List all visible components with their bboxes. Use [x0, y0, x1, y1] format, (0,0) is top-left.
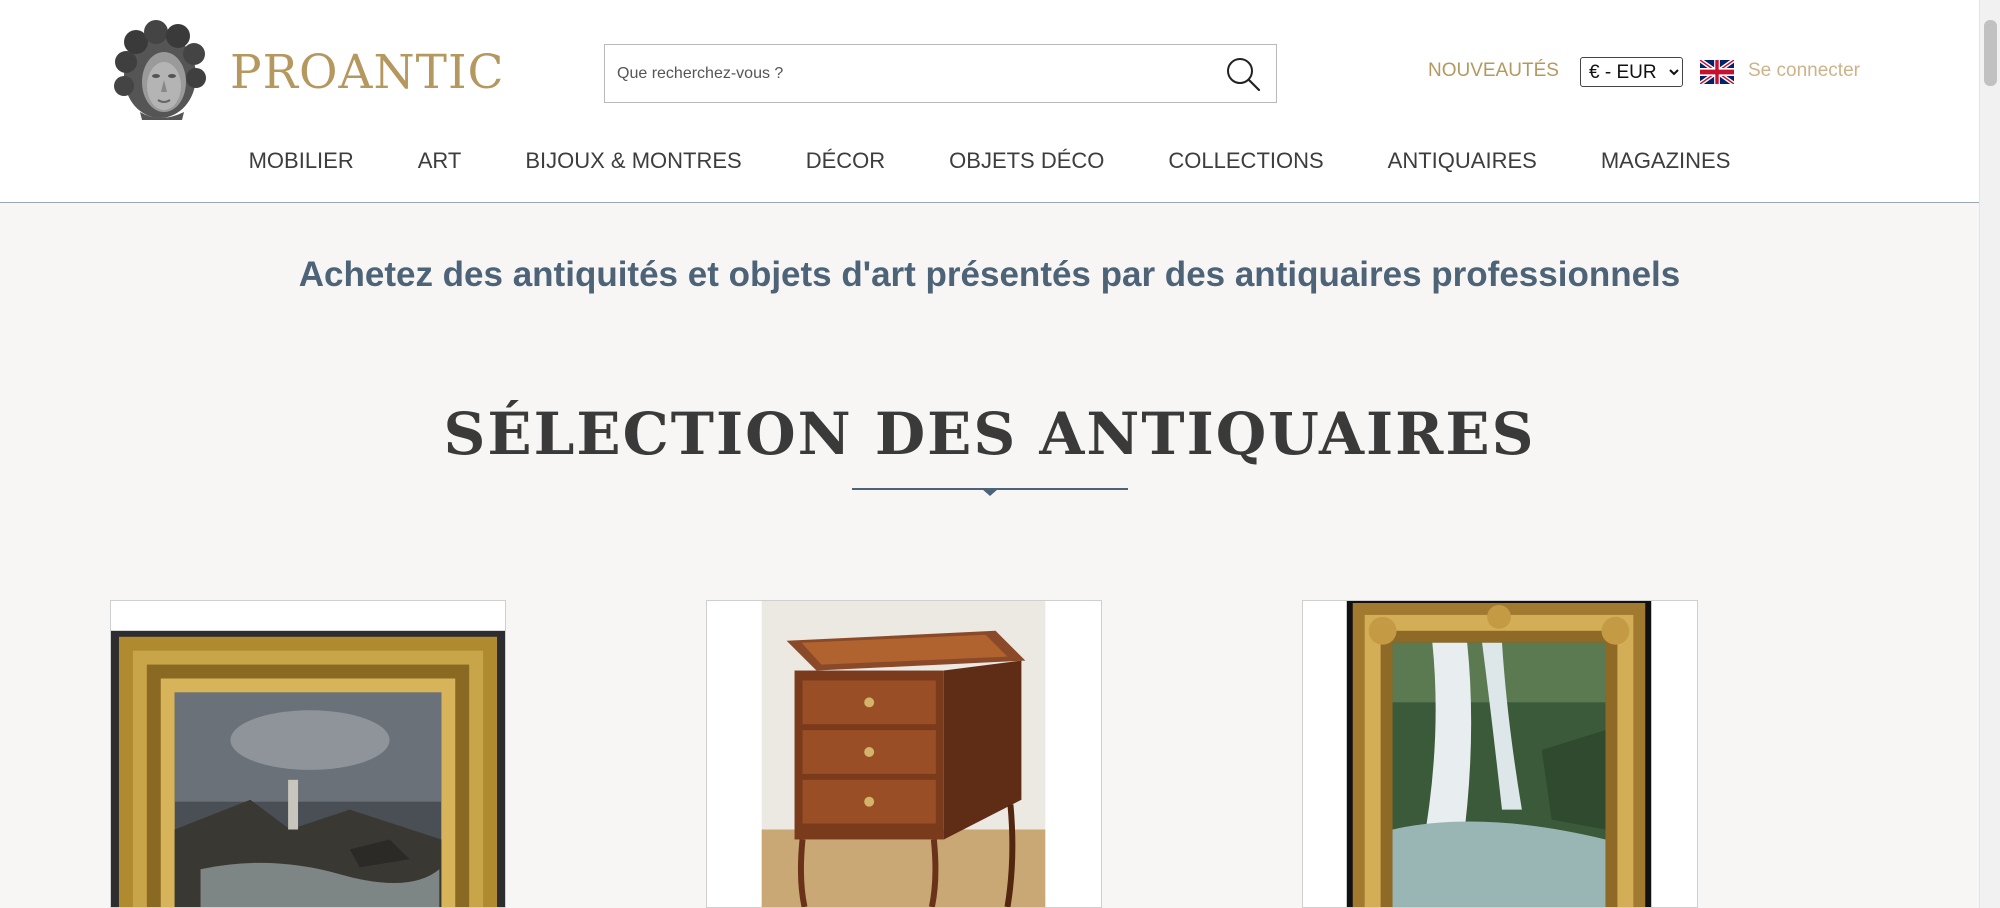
page-scrollbar[interactable] — [1979, 0, 2000, 908]
gilt-framed-waterfall-painting — [1303, 601, 1697, 907]
product-card-2[interactable] — [706, 600, 1102, 908]
product-card-3[interactable] — [1302, 600, 1698, 908]
uk-flag-icon[interactable] — [1700, 60, 1734, 84]
nav-item-decor[interactable]: DÉCOR — [774, 148, 917, 174]
search-box — [604, 44, 1277, 103]
search-icon — [1227, 58, 1261, 92]
nav-item-antiquaires[interactable]: ANTIQUAIRES — [1356, 148, 1569, 174]
nav-item-objets-deco[interactable]: OBJETS DÉCO — [917, 148, 1136, 174]
main-nav: MOBILIER ART BIJOUX & MONTRES DÉCOR OBJE… — [0, 148, 1979, 174]
section-title: SÉLECTION DES ANTIQUAIRES — [443, 400, 1536, 468]
brand-logo[interactable]: PROANTIC — [110, 20, 505, 124]
nouveautes-link[interactable]: NOUVEAUTÉS — [1428, 60, 1559, 82]
currency-select[interactable]: € - EUR — [1580, 57, 1683, 87]
title-divider — [852, 488, 1128, 496]
search-input[interactable] — [605, 45, 1205, 102]
nav-item-art[interactable]: ART — [386, 148, 494, 174]
brand-name: PROANTIC — [230, 44, 505, 100]
login-link[interactable]: Se connecter — [1748, 60, 1860, 82]
nav-item-mobilier[interactable]: MOBILIER — [217, 148, 386, 174]
nav-item-bijoux-montres[interactable]: BIJOUX & MONTRES — [493, 148, 773, 174]
nav-item-magazines[interactable]: MAGAZINES — [1569, 148, 1763, 174]
tagline: Achetez des antiquités et objets d'art p… — [298, 255, 1681, 294]
product-card-1[interactable] — [110, 600, 506, 908]
search-button[interactable] — [1224, 55, 1262, 93]
nav-item-collections[interactable]: COLLECTIONS — [1136, 148, 1355, 174]
classical-head-logo — [114, 20, 206, 120]
marquetry-chest-of-drawers — [707, 601, 1101, 907]
gilt-framed-seascape-painting — [111, 601, 505, 907]
scrollbar-thumb[interactable] — [1984, 20, 1997, 86]
site-header: PROANTIC NOUVEAUTÉS € - EUR Se connecter… — [0, 0, 1979, 203]
